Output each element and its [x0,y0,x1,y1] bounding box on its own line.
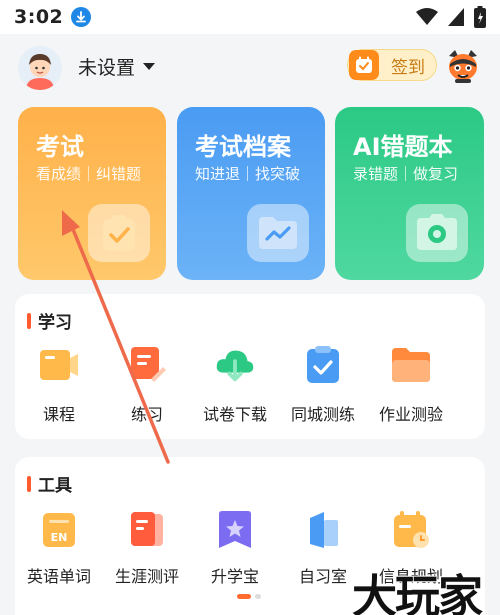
caret-down-icon [143,63,156,70]
tool-item-label: 生涯测评 [114,567,179,586]
status-bar: 3:02 [0,0,500,34]
page-dot [255,594,261,599]
tool-item-label: 英语单词 [26,567,91,586]
card-title: 考试档案 [195,133,291,161]
camera-icon [406,204,468,262]
download-icon [71,7,92,27]
card-ai-mistake-book[interactable]: AI错题本 录错题｜做复习 [335,107,484,280]
study-section: 学习 课程 练习 试卷下载 同城测练 作业测验 [15,294,485,439]
study-title: 学习 [38,313,72,333]
battery-icon [474,6,486,28]
section-accent-bar [27,475,31,492]
admission-star-icon [214,509,256,551]
practice-icon [126,344,168,386]
study-item-label: 同城测练 [290,405,355,424]
tool-item-career-assessment[interactable]: 生涯测评 [103,509,191,587]
card-exam[interactable]: 考试 看成绩｜纠错题 [18,107,166,280]
card-title: AI错题本 [353,133,453,161]
page-dot-active [237,594,251,599]
study-item-label: 作业测验 [378,405,443,424]
study-item-course[interactable]: 课程 [15,344,103,425]
checkin-button[interactable]: 签到 [347,49,437,81]
tool-item-admission[interactable]: 升学宝 [191,509,279,587]
svg-text:EN: EN [51,531,68,544]
card-subtitle: 知进退｜找突破 [195,165,301,183]
english-words-icon: EN [38,509,80,551]
username-label: 未设置 [78,57,136,79]
mascot-icon[interactable] [445,46,481,84]
study-item-paper-download[interactable]: 试卷下载 [191,344,279,425]
study-item-label: 练习 [130,405,163,424]
download-cloud-icon [214,344,256,386]
feature-cards: 考试 看成绩｜纠错题 考试档案 知进退｜找突破 AI错题本 录错题｜做复习 [18,107,484,280]
study-grid: 课程 练习 试卷下载 同城测练 作业测验 [15,344,485,425]
tools-title: 工具 [38,476,72,496]
card-exam-archive[interactable]: 考试档案 知进退｜找突破 [177,107,325,280]
folder-trend-icon [247,204,309,262]
homework-folder-icon [390,344,432,386]
course-icon [38,344,80,386]
watermark: 大玩家 [351,569,484,615]
study-item-homework[interactable]: 作业测验 [367,344,455,425]
study-room-icon [302,509,344,551]
header: 未设置 签到 [0,34,500,102]
signal-icon [448,8,464,26]
card-subtitle: 录错题｜做复习 [353,165,459,183]
calendar-check-icon [349,50,379,80]
study-item-label: 试卷下载 [202,405,267,424]
study-item-label: 课程 [42,405,75,424]
checkin-label: 签到 [391,57,425,78]
tool-item-label: 升学宝 [210,567,259,586]
tool-item-label: 自习室 [298,567,347,586]
avatar[interactable] [18,46,62,90]
page-indicator [237,594,261,599]
status-time: 3:02 [14,6,64,28]
section-accent-bar [27,312,31,329]
study-item-local-test[interactable]: 同城测练 [279,344,367,425]
section-title: 学习 [27,308,72,333]
study-item-practice[interactable]: 练习 [103,344,191,425]
career-assessment-icon [126,509,168,551]
username-dropdown[interactable]: 未设置 [78,53,156,80]
wifi-icon [416,8,438,25]
tool-item-english-words[interactable]: EN 英语单词 [15,509,103,587]
card-subtitle: 看成绩｜纠错题 [36,165,142,183]
card-title: 考试 [36,133,84,161]
calendar-plan-icon [390,509,432,551]
local-test-icon [302,344,344,386]
section-title: 工具 [27,471,72,496]
clipboard-check-icon [88,204,150,262]
